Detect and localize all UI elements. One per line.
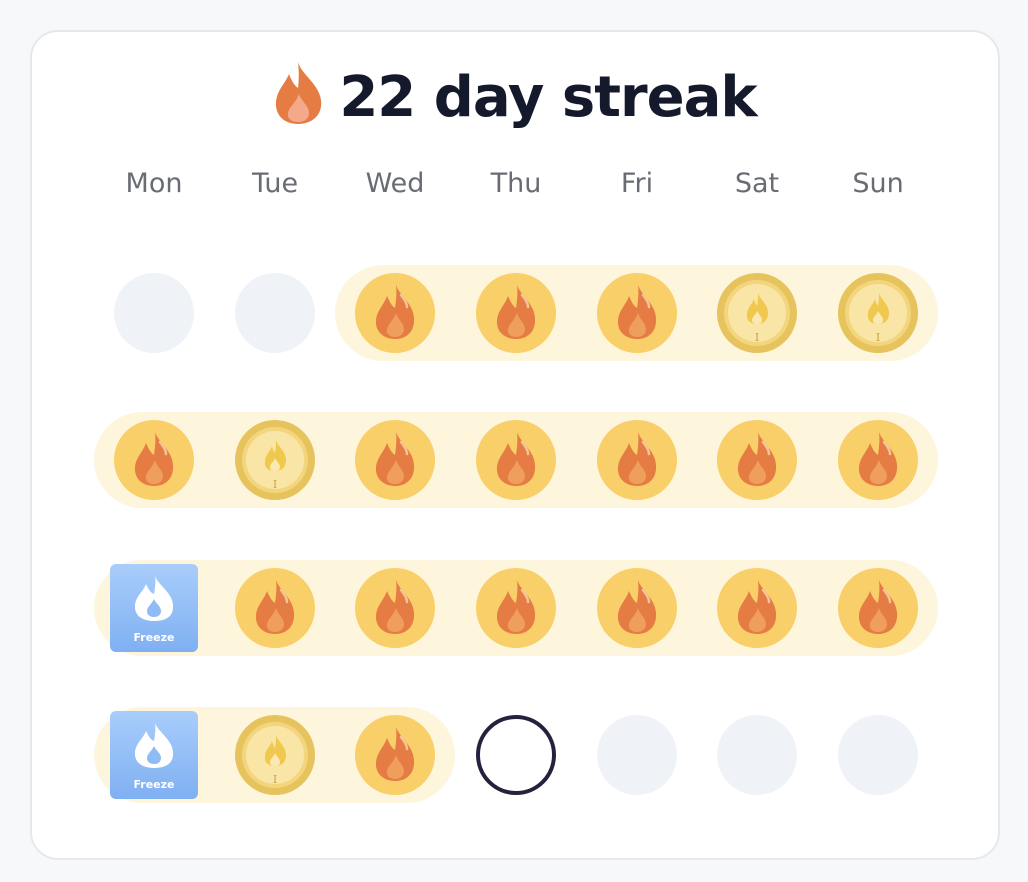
streak-day-wed[interactable] <box>355 568 435 648</box>
fire-icon <box>355 420 435 500</box>
fire-icon <box>838 420 918 500</box>
coin-day-sat[interactable]: I <box>717 273 797 353</box>
coin-day-tue[interactable]: I <box>235 420 315 500</box>
freeze-label: Freeze <box>133 631 175 644</box>
streak-day-thu[interactable] <box>476 273 556 353</box>
coin-letter: I <box>876 331 880 344</box>
fire-icon <box>597 420 677 500</box>
streak-title-text: 22 day streak <box>339 65 757 130</box>
fire-icon <box>355 715 435 795</box>
coin-icon: I <box>717 273 797 353</box>
snow-flame-icon <box>134 576 174 621</box>
fire-icon <box>717 420 797 500</box>
streak-day-tue[interactable] <box>235 568 315 648</box>
fire-icon <box>597 568 677 648</box>
coin-icon: I <box>235 420 315 500</box>
fire-icon <box>355 568 435 648</box>
coin-icon: I <box>235 715 315 795</box>
fire-icon <box>114 420 194 500</box>
weekday-label-tue: Tue <box>251 168 299 199</box>
weekday-label-thu: Thu <box>490 168 542 199</box>
streak-day-fri[interactable] <box>597 568 677 648</box>
empty-day-fri <box>597 715 677 795</box>
empty-day-tue <box>235 273 315 353</box>
fire-icon <box>717 568 797 648</box>
streak-day-thu[interactable] <box>476 568 556 648</box>
weekday-label-fri: Fri <box>620 168 654 199</box>
snow-flame-icon <box>134 723 174 768</box>
fire-icon <box>476 420 556 500</box>
streak-day-thu[interactable] <box>476 420 556 500</box>
fire-icon <box>838 568 918 648</box>
weekday-label-mon: Mon <box>125 168 183 199</box>
streak-title: 22 day streak <box>0 60 1028 130</box>
streak-day-mon[interactable] <box>114 420 194 500</box>
fire-icon <box>597 273 677 353</box>
empty-day-sat <box>717 715 797 795</box>
fire-icon <box>476 568 556 648</box>
fire-icon <box>276 62 322 124</box>
streak-day-sat[interactable] <box>717 568 797 648</box>
coin-day-tue[interactable]: I <box>235 715 315 795</box>
coin-icon: I <box>838 273 918 353</box>
fire-icon <box>235 568 315 648</box>
streak-day-fri[interactable] <box>597 273 677 353</box>
fire-icon <box>355 273 435 353</box>
freeze-label: Freeze <box>133 778 175 791</box>
today-day-thu[interactable] <box>476 715 556 795</box>
coin-day-sun[interactable]: I <box>838 273 918 353</box>
freeze-day-mon[interactable]: Freeze <box>110 711 198 799</box>
streak-day-sun[interactable] <box>838 420 918 500</box>
empty-day-sun <box>838 715 918 795</box>
coin-letter: I <box>273 773 277 786</box>
weekday-label-sun: Sun <box>852 168 904 199</box>
streak-day-sun[interactable] <box>838 568 918 648</box>
fire-icon <box>476 273 556 353</box>
empty-day-mon <box>114 273 194 353</box>
streak-day-wed[interactable] <box>355 715 435 795</box>
streak-day-wed[interactable] <box>355 273 435 353</box>
freeze-day-mon[interactable]: Freeze <box>110 564 198 652</box>
streak-day-fri[interactable] <box>597 420 677 500</box>
weekday-label-sat: Sat <box>734 168 780 199</box>
streak-day-wed[interactable] <box>355 420 435 500</box>
weekday-label-wed: Wed <box>365 168 425 199</box>
coin-letter: I <box>273 478 277 491</box>
streak-day-sat[interactable] <box>717 420 797 500</box>
coin-letter: I <box>755 331 759 344</box>
